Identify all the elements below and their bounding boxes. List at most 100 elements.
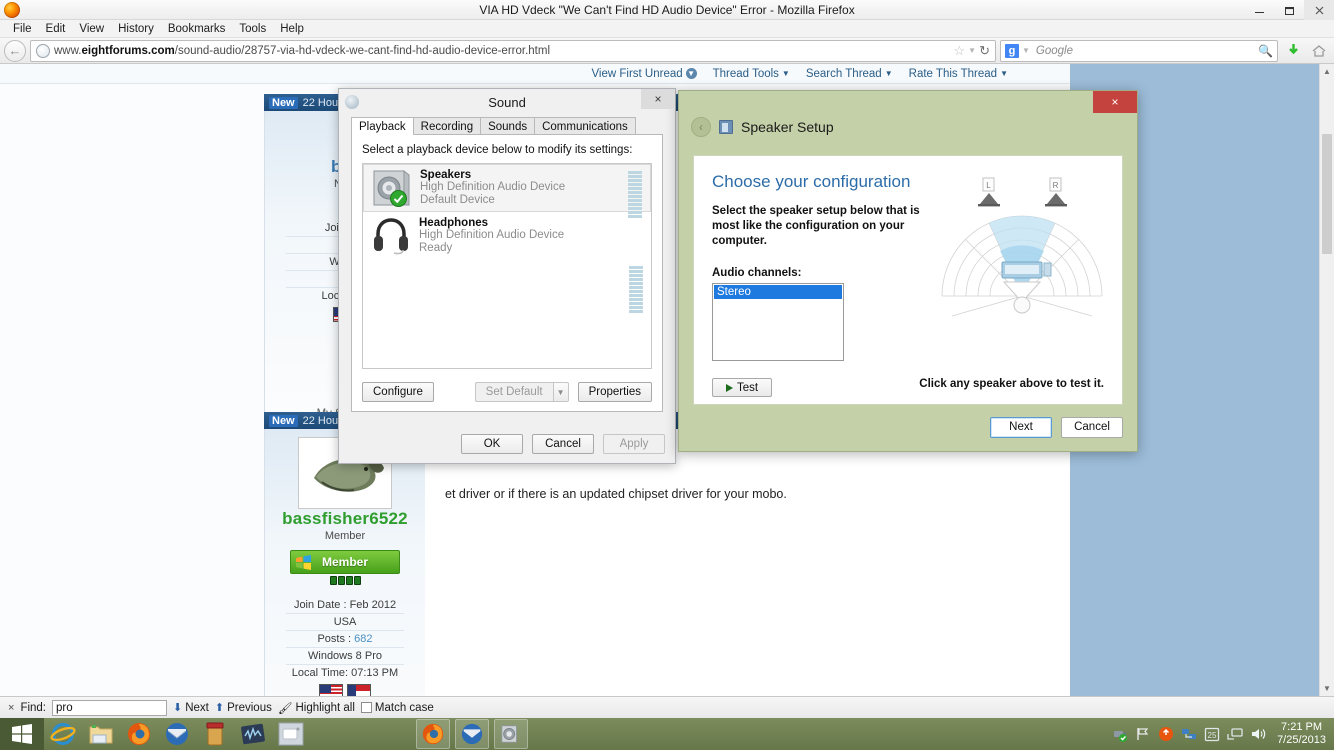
taskbar-pinned-items: [46, 718, 308, 750]
menu-edit[interactable]: Edit: [39, 20, 73, 38]
post-username[interactable]: bassfisher6522: [271, 509, 419, 529]
update-icon[interactable]: [1158, 726, 1174, 742]
post-usertitle: Member: [324, 530, 366, 542]
test-button[interactable]: Test: [712, 378, 772, 397]
menu-history[interactable]: History: [111, 20, 161, 38]
calendar-icon[interactable]: 25: [1204, 726, 1220, 742]
clock-date: 7/25/2013: [1277, 734, 1326, 746]
sound-window-icon[interactable]: [494, 719, 528, 749]
ok-button[interactable]: OK: [461, 434, 523, 454]
search-bar[interactable]: g ▼ Google 🔍: [1000, 39, 1278, 62]
audio-channels-list[interactable]: Stereo: [712, 283, 844, 361]
chevron-down-icon[interactable]: ▼: [968, 46, 976, 55]
speaker-setup-title: Speaker Setup: [741, 119, 834, 135]
speaker-setup-dialog: × ‹ Speaker Setup Choose your configurat…: [678, 90, 1138, 452]
sound-dialog-close-button[interactable]: ×: [641, 89, 675, 109]
scroll-down-icon[interactable]: ▼: [1320, 681, 1334, 696]
configure-button[interactable]: Configure: [362, 382, 434, 402]
usb-icon[interactable]: [1112, 726, 1128, 742]
search-magnifier-icon[interactable]: 🔍: [1258, 44, 1273, 58]
restore-button[interactable]: [1274, 0, 1304, 20]
tab-playback[interactable]: Playback: [351, 117, 414, 135]
downloads-icon[interactable]: [1282, 40, 1304, 62]
cancel-button[interactable]: Cancel: [1061, 416, 1123, 438]
menu-help[interactable]: Help: [273, 20, 311, 38]
projector-icon[interactable]: [274, 719, 308, 749]
network-icon[interactable]: [1181, 726, 1197, 742]
set-default-split-button[interactable]: Set Default ▼: [474, 382, 569, 402]
cancel-button[interactable]: Cancel: [532, 434, 594, 454]
set-default-button[interactable]: Set Default: [474, 382, 553, 402]
display-icon[interactable]: [1227, 726, 1243, 742]
back-button-icon[interactable]: ←: [4, 39, 26, 62]
minimize-button[interactable]: [1244, 0, 1274, 20]
window-controls: [1244, 0, 1334, 20]
rate-this-thread-menu[interactable]: Rate This Thread ▼: [909, 68, 1008, 80]
highlight-all-button[interactable]: 🖌 Highlight all: [278, 701, 355, 715]
windows-logo-icon: [295, 554, 312, 571]
stat-os: Windows 8 Pro: [286, 648, 404, 665]
panel-button-row: Configure Set Default ▼ Properties: [362, 382, 652, 402]
back-arrow-icon[interactable]: ‹: [691, 117, 711, 137]
device-info: Speakers High Definition Audio Device De…: [420, 169, 565, 207]
audio-editor-icon[interactable]: [236, 719, 270, 749]
view-first-unread-link[interactable]: View First Unread ▼: [591, 68, 697, 80]
start-button[interactable]: [0, 718, 44, 750]
navigation-toolbar: ← www.eightforums.com/sound-audio/28757-…: [0, 38, 1334, 64]
sound-dialog-footer: OK Cancel Apply: [461, 434, 665, 454]
scrollbar-thumb[interactable]: [1322, 134, 1332, 254]
firefox-window-icon[interactable]: [416, 719, 450, 749]
match-case-checkbox[interactable]: Match case: [360, 702, 434, 714]
menu-file[interactable]: File: [6, 20, 39, 38]
find-input[interactable]: [52, 699, 168, 716]
playback-tab-panel: Select a playback device below to modify…: [351, 134, 663, 412]
flag-icon[interactable]: [1135, 726, 1151, 742]
speaker-layout-diagram[interactable]: L R: [932, 166, 1112, 326]
search-engine-chevron-icon[interactable]: ▼: [1022, 46, 1030, 55]
speaker-setup-close-button[interactable]: ×: [1093, 91, 1137, 113]
file-explorer-icon[interactable]: [84, 719, 118, 749]
jar-icon[interactable]: [198, 719, 232, 749]
chevron-down-icon[interactable]: ▼: [552, 382, 569, 402]
new-badge: New: [269, 414, 298, 427]
find-close-icon[interactable]: ×: [8, 702, 14, 714]
home-icon[interactable]: [1308, 40, 1330, 62]
menu-view[interactable]: View: [72, 20, 111, 38]
menu-tools[interactable]: Tools: [232, 20, 273, 38]
tab-communications[interactable]: Communications: [534, 117, 636, 135]
vertical-scrollbar[interactable]: ▲ ▼: [1319, 64, 1334, 696]
audio-channel-option-stereo[interactable]: Stereo: [714, 285, 842, 299]
device-list-item-headphones[interactable]: Headphones High Definition Audio Device …: [363, 212, 651, 313]
tab-sounds[interactable]: Sounds: [480, 117, 536, 135]
scroll-up-icon[interactable]: ▲: [1320, 64, 1334, 79]
thunderbird-icon[interactable]: [160, 719, 194, 749]
menu-bookmarks[interactable]: Bookmarks: [161, 20, 233, 38]
find-previous-button[interactable]: ⬆ Previous: [214, 701, 272, 715]
tab-recording[interactable]: Recording: [412, 117, 482, 135]
properties-button[interactable]: Properties: [577, 382, 652, 402]
volume-meter: [629, 266, 643, 313]
internet-explorer-icon[interactable]: [46, 719, 80, 749]
apply-button[interactable]: Apply: [603, 434, 665, 454]
thread-tools-menu[interactable]: Thread Tools ▼: [713, 68, 790, 80]
bookmark-star-icon[interactable]: ☆: [954, 43, 966, 59]
find-next-button[interactable]: ⬇ Next: [173, 701, 209, 715]
url-bar[interactable]: www.eightforums.com/sound-audio/28757-vi…: [30, 39, 996, 62]
post-userbox: bassfisher6522 Member Member Join Date:…: [265, 429, 425, 696]
device-list-item-speakers[interactable]: Speakers High Definition Audio Device De…: [363, 164, 651, 218]
device-status: Default Device: [420, 194, 495, 206]
firefox-icon[interactable]: [122, 719, 156, 749]
close-button[interactable]: [1304, 0, 1334, 20]
volume-icon[interactable]: [1250, 726, 1266, 742]
device-name: Headphones: [419, 217, 489, 229]
search-thread-menu[interactable]: Search Thread ▼: [806, 68, 893, 80]
playback-device-list[interactable]: Speakers High Definition Audio Device De…: [362, 163, 652, 369]
reload-icon[interactable]: ↻: [979, 43, 990, 59]
arrow-up-icon: ⬆: [214, 702, 225, 714]
thunderbird-window-icon[interactable]: [455, 719, 489, 749]
post-count-link[interactable]: 682: [354, 633, 372, 645]
clock[interactable]: 7:21 PM 7/25/2013: [1277, 721, 1326, 747]
device-info: Headphones High Definition Audio Device …: [419, 217, 564, 255]
next-button[interactable]: Next: [990, 416, 1052, 438]
search-input[interactable]: Google: [1036, 45, 1073, 57]
